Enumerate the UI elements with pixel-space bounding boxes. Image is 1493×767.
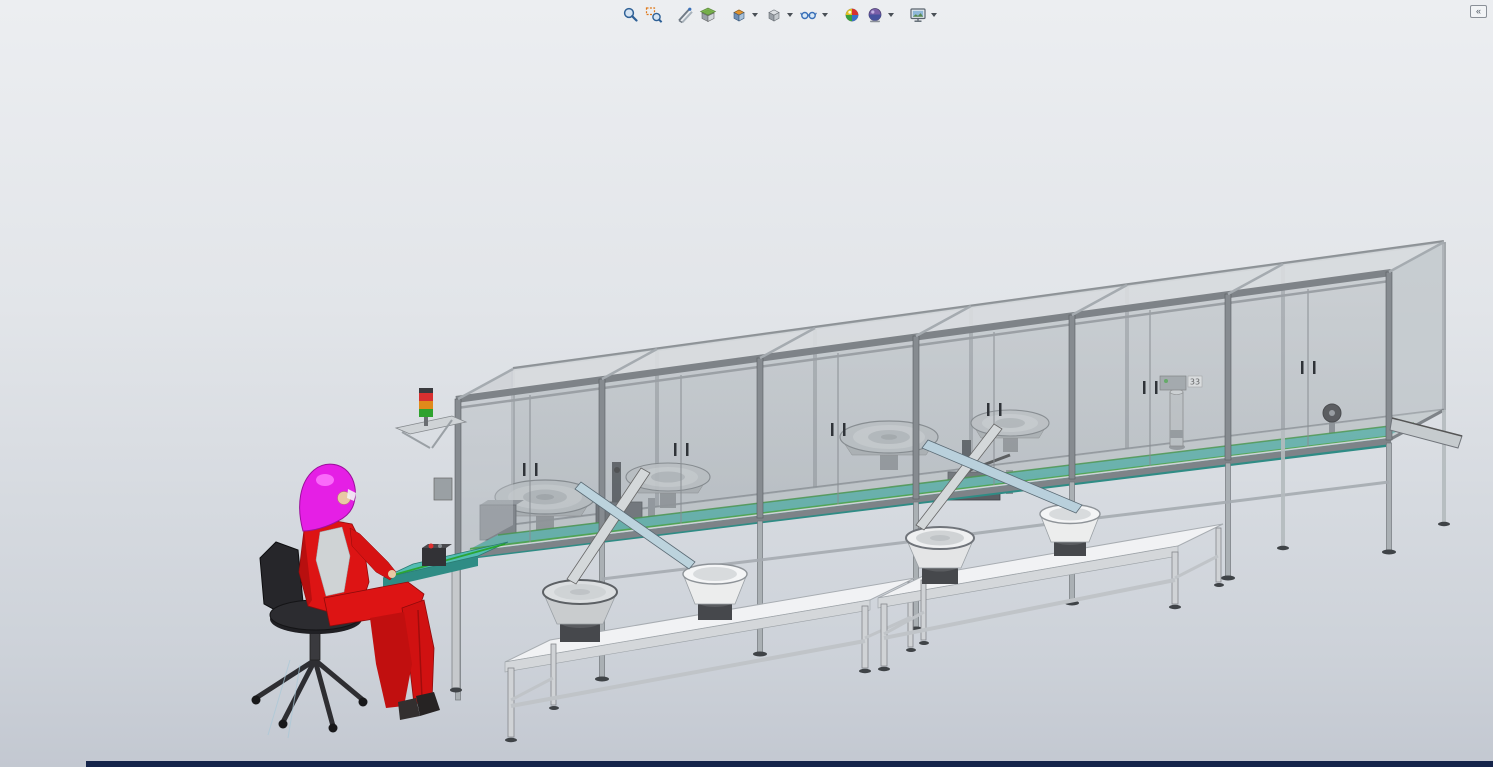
zoom-to-fit-button[interactable] [620, 4, 642, 26]
magnifier-icon [623, 7, 638, 22]
emergency-stop-button[interactable] [428, 543, 434, 549]
taskbar-edge[interactable] [86, 761, 1493, 767]
discharge-chute[interactable] [1389, 417, 1463, 449]
apply-scene-button[interactable] [864, 4, 886, 26]
signal-light-green [419, 409, 433, 417]
section-view-button[interactable] [697, 4, 719, 26]
operator-boot-right [416, 692, 440, 716]
chevron-down-icon[interactable] [822, 13, 828, 17]
view-settings-button[interactable] [907, 4, 929, 26]
signal-light-red [419, 393, 433, 401]
3d-model-view[interactable]: 33 [0, 0, 1493, 767]
collapse-panel-button[interactable]: « [1470, 5, 1487, 18]
monitor-icon [910, 8, 926, 22]
chevron-down-icon[interactable] [787, 13, 793, 17]
display-style-button[interactable] [763, 4, 785, 26]
view-cube-icon [733, 9, 745, 22]
chair-star-base [253, 657, 366, 729]
cad-viewport[interactable]: « 33 [0, 0, 1493, 767]
glasses-icon [800, 11, 817, 20]
operator-hand [388, 570, 396, 578]
color-sphere-icon [845, 8, 859, 22]
operator-boot-left [398, 698, 420, 720]
measure-button[interactable] [674, 4, 696, 26]
signal-light-amber [419, 401, 433, 409]
tower-cap [419, 388, 433, 393]
collapse-chevrons-icon: « [1475, 6, 1481, 16]
hide-show-items-button[interactable] [798, 4, 820, 26]
enclosure-right-end [1389, 242, 1444, 440]
view-orientation-button[interactable] [728, 4, 750, 26]
junction-box [433, 477, 453, 501]
chevron-down-icon[interactable] [888, 13, 894, 17]
operator-drape [370, 612, 412, 708]
heads-up-view-toolbar [620, 4, 941, 26]
chevron-down-icon[interactable] [752, 13, 758, 17]
section-cube-icon [699, 7, 717, 22]
scene-sphere-icon [868, 8, 882, 23]
shaded-cube-icon [768, 9, 780, 22]
chevron-down-icon[interactable] [931, 13, 937, 17]
edit-appearance-button[interactable] [841, 4, 863, 26]
caliper-icon [678, 7, 693, 24]
zoom-to-area-button[interactable] [643, 4, 665, 26]
magnifier-area-icon [645, 7, 663, 23]
